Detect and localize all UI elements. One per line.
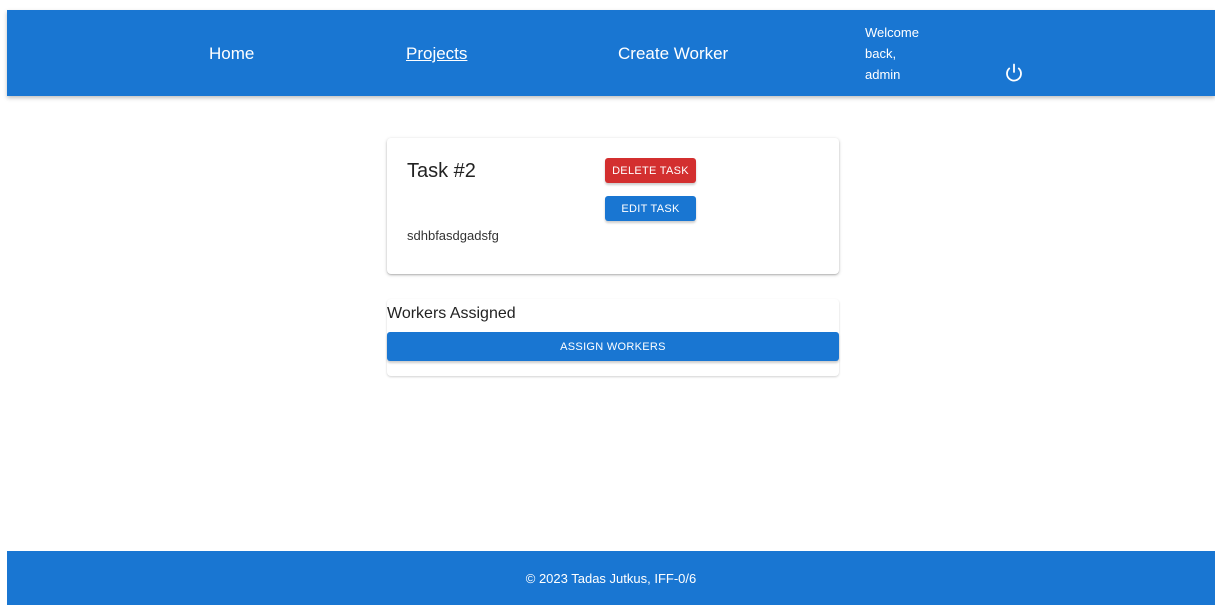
task-title: Task #2	[407, 160, 476, 182]
footer: © 2023 Tadas Jutkus, IFF-0/6	[7, 551, 1215, 605]
welcome-line-2: back,	[865, 46, 897, 61]
task-description: sdhbfasdgadsfg	[407, 228, 499, 243]
welcome-message: Welcome back, admin	[865, 22, 935, 85]
edit-task-button[interactable]: EDIT TASK	[605, 196, 696, 221]
power-icon-graphic	[1006, 63, 1022, 82]
footer-copyright: © 2023 Tadas Jutkus, IFF-0/6	[525, 570, 697, 586]
nav-home-link[interactable]: Home	[209, 44, 254, 64]
task-card: Task #2 DELETE TASK EDIT TASK sdhbfasdga…	[387, 138, 839, 274]
workers-assigned-card: Workers Assigned ASSIGN WORKERS	[387, 299, 839, 376]
assign-workers-button[interactable]: ASSIGN WORKERS	[387, 332, 839, 361]
welcome-line-1: Welcome	[865, 25, 919, 40]
app-frame: Home Projects Create Worker Welcome back…	[7, 10, 1215, 605]
workers-assigned-title: Workers Assigned	[387, 305, 516, 322]
delete-task-button[interactable]: DELETE TASK	[605, 158, 696, 183]
nav-projects-link[interactable]: Projects	[406, 44, 467, 64]
nav-create-worker-link[interactable]: Create Worker	[618, 44, 728, 64]
top-navbar: Home Projects Create Worker Welcome back…	[7, 10, 1215, 96]
welcome-line-3: admin	[865, 67, 901, 82]
power-icon[interactable]	[1003, 62, 1025, 84]
